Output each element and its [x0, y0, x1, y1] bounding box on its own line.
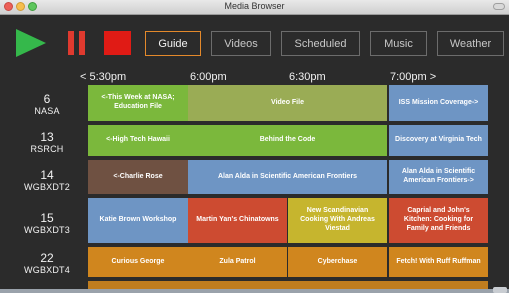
program-cell[interactable]: Video File: [188, 85, 387, 121]
tab-guide[interactable]: Guide: [145, 31, 201, 56]
horizontal-scrollbar[interactable]: [0, 289, 509, 293]
channel-number: 13: [40, 130, 54, 144]
channel-number: 6: [43, 92, 51, 106]
program-cell[interactable]: <-High Tech Hawaii: [88, 125, 188, 156]
time-slot: 6:30pm: [289, 71, 326, 83]
title-bar: Media Browser: [0, 0, 509, 15]
channel-number: 22: [40, 251, 54, 265]
channel-name: WGBXDT4: [24, 265, 70, 275]
program-cell[interactable]: Martin Yan's Chinatowns: [188, 198, 287, 243]
program-cell[interactable]: <-Charlie Rose: [88, 160, 188, 194]
play-icon[interactable]: [16, 29, 46, 57]
program-cell[interactable]: Alan Alda in Scientific American Frontie…: [389, 160, 488, 194]
tab-videos[interactable]: Videos: [211, 31, 271, 56]
tab-music[interactable]: Music: [370, 31, 427, 56]
scroll-arrows-icon[interactable]: [493, 287, 507, 293]
channel-label: 13 RSRCH: [10, 131, 84, 154]
channel-label: 14 WGBXDT2: [10, 169, 84, 192]
program-row-partial: [88, 281, 488, 289]
program-cell[interactable]: Caprial and John's Kitchen: Cooking for …: [389, 198, 488, 243]
channel-label: 22 WGBXDT4: [10, 252, 84, 275]
program-cell[interactable]: New Scandinavian Cooking With Andreas Vi…: [288, 198, 387, 243]
channel-number: 15: [40, 211, 54, 225]
program-cell[interactable]: Katie Brown Workshop: [88, 198, 188, 243]
program-cell[interactable]: <-This Week at NASA; Education File: [88, 85, 188, 121]
program-cell[interactable]: Behind the Code: [188, 125, 387, 156]
channel-name: WGBXDT2: [24, 182, 70, 192]
time-slot-prev[interactable]: < 5:30pm: [80, 71, 126, 83]
pause-icon[interactable]: [68, 31, 85, 55]
channel-name: RSRCH: [30, 144, 64, 154]
tab-weather[interactable]: Weather: [437, 31, 504, 56]
program-cell[interactable]: Discovery at Virginia Tech: [389, 125, 488, 156]
time-slot: 6:00pm: [190, 71, 227, 83]
stop-icon[interactable]: [104, 31, 131, 55]
channel-name: NASA: [34, 106, 60, 116]
channel-label: 15 WGBXDT3: [10, 212, 84, 235]
time-slot-next[interactable]: 7:00pm >: [390, 71, 436, 83]
program-cell[interactable]: Alan Alda in Scientific American Frontie…: [188, 160, 387, 194]
toolbar-toggle-button[interactable]: [493, 3, 505, 10]
channel-label: 6 NASA: [10, 93, 84, 116]
tab-scheduled[interactable]: Scheduled: [281, 31, 360, 56]
program-cell[interactable]: ISS Mission Coverage->: [389, 85, 488, 121]
channel-name: WGBXDT3: [24, 225, 70, 235]
program-cell[interactable]: Fetch! With Ruff Ruffman: [389, 247, 488, 277]
program-cell[interactable]: Zula Patrol: [188, 247, 287, 277]
window-title: Media Browser: [224, 1, 285, 11]
channel-number: 14: [40, 168, 54, 182]
program-cell[interactable]: Cyberchase: [288, 247, 387, 277]
program-cell[interactable]: Curious George: [88, 247, 188, 277]
